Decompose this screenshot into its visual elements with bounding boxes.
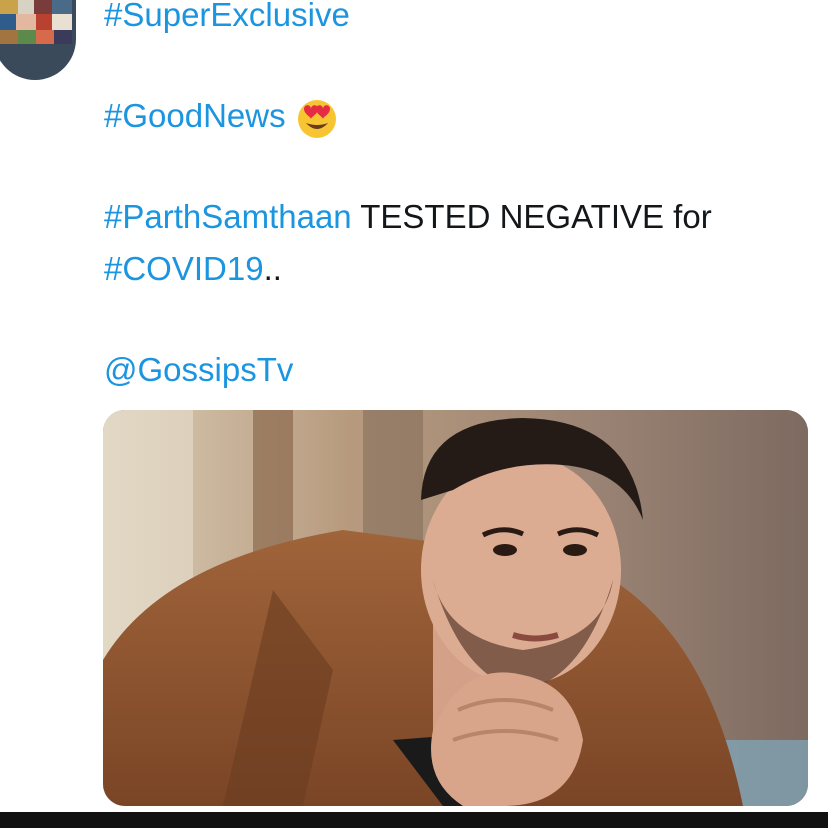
covid-line: #COVID19.. xyxy=(104,246,282,292)
hashtag-covid19[interactable]: #COVID19 xyxy=(104,250,264,287)
tweet-screenshot: #SuperExclusive #GoodNews #ParthSamthaan… xyxy=(0,0,828,828)
hashtag-parth-samthaan[interactable]: #ParthSamthaan xyxy=(104,198,352,235)
tweet-media-photo[interactable] xyxy=(103,410,808,806)
profile-avatar[interactable] xyxy=(0,0,76,80)
tested-negative-text: TESTED NEGATIVE for xyxy=(351,198,712,235)
tested-negative-line: #ParthSamthaan TESTED NEGATIVE for xyxy=(104,194,712,240)
heart-eyes-emoji-icon xyxy=(297,100,336,139)
hashtag-good-news[interactable]: #GoodNews xyxy=(104,97,286,134)
trailing-dots: .. xyxy=(263,250,282,287)
good-news-line: #GoodNews xyxy=(104,93,340,139)
bottom-bar xyxy=(0,812,828,828)
mention-gossipstv[interactable]: @GossipsTv xyxy=(104,347,293,393)
hashtag-super-exclusive[interactable]: #SuperExclusive xyxy=(104,0,350,38)
man-in-brown-coat-photo xyxy=(103,410,808,806)
